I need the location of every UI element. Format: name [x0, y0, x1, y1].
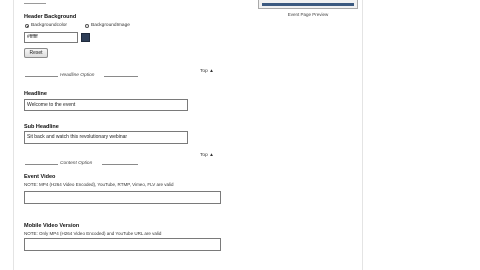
background-color-radio-label: Backgroundcolor	[31, 23, 67, 28]
mobile-video-input[interactable]	[24, 238, 221, 251]
subheadline-label: Sub Headline	[24, 124, 59, 130]
headline-divider-right	[104, 76, 138, 77]
background-image-radio-label: BackgroundImage	[91, 23, 130, 28]
background-color-field[interactable]: #ffffff	[24, 32, 78, 43]
header-background-title: Header Background	[24, 14, 77, 20]
subheadline-input[interactable]: Sit back and watch this revolutionary we…	[24, 131, 188, 144]
event-page-preview-thumbnail[interactable]	[258, 0, 358, 9]
headline-option-divider-label: Headline Option	[60, 73, 95, 78]
headline-label: Headline	[24, 91, 47, 97]
preview-header-bar	[262, 3, 354, 6]
content-divider-right	[102, 164, 138, 165]
preview-caption: Event Page Preview	[287, 12, 329, 17]
event-video-input[interactable]	[24, 191, 221, 204]
content-option-divider-label: Content Option	[60, 161, 93, 166]
headline-top-link[interactable]: Top ▲	[200, 69, 214, 74]
cut-off-control	[24, 0, 46, 4]
content-top-link[interactable]: Top ▲	[200, 153, 214, 158]
headline-divider-left	[25, 76, 58, 77]
mobile-video-label: Mobile Video Version	[24, 223, 80, 229]
background-image-radio[interactable]	[85, 24, 89, 28]
event-video-note: NOTE: MP4 (H264 Video Encoded), YouTube,…	[24, 182, 174, 187]
reset-button[interactable]: Reset	[24, 48, 48, 58]
color-picker-swatch[interactable]	[81, 33, 90, 42]
mobile-video-note: NOTE: Only MP4 (H264 Video Encoded) and …	[24, 231, 162, 236]
event-video-label: Event Video	[24, 174, 56, 180]
content-divider-left	[25, 164, 58, 165]
background-color-radio[interactable]	[25, 24, 29, 28]
headline-input[interactable]: Welcome to the event	[24, 99, 188, 111]
